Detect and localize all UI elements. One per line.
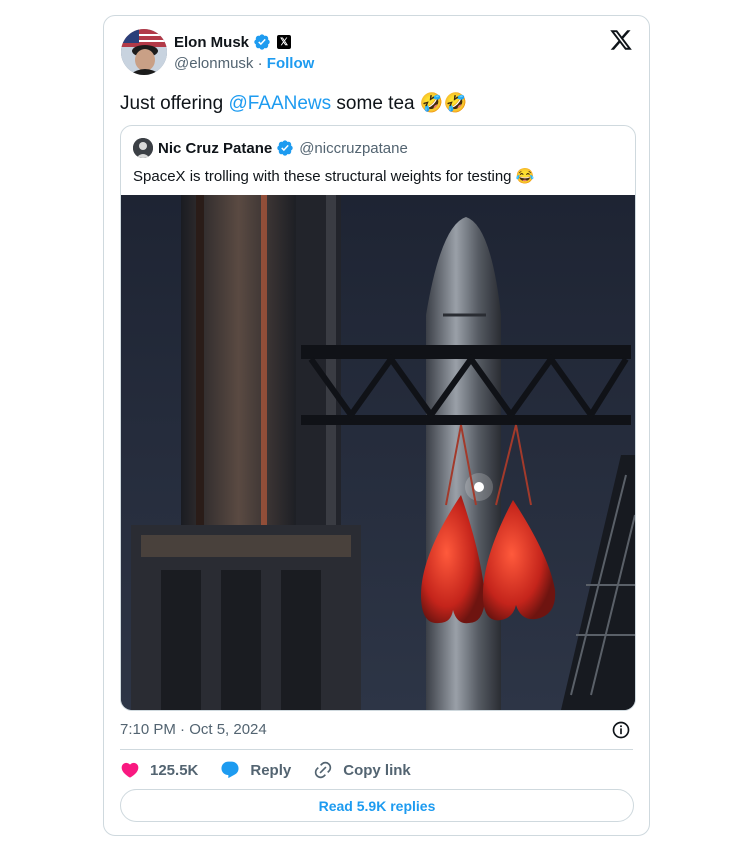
follow-button[interactable]: Follow	[267, 55, 315, 72]
tweet-timestamp[interactable]: 7:10 PM · Oct 5, 2024	[120, 721, 267, 738]
copy-link-button[interactable]: Copy link	[313, 760, 411, 780]
separator: ·	[257, 55, 263, 72]
divider	[120, 749, 633, 750]
verified-badge-icon	[254, 34, 270, 50]
reply-icon	[221, 761, 239, 779]
author-name-row: Elon Musk 𝕏	[174, 33, 292, 51]
quoted-avatar	[133, 138, 153, 158]
quoted-author-handle: @niccruzpatane	[299, 139, 408, 157]
author-avatar[interactable]	[121, 29, 167, 75]
like-button[interactable]: 125.5K	[120, 760, 198, 780]
author-name[interactable]: Elon Musk	[174, 34, 249, 51]
reply-label: Reply	[250, 761, 292, 779]
embedded-tweet-card: Elon Musk 𝕏 @elonmusk · Follow Just offe…	[103, 15, 650, 836]
quoted-text: SpaceX is trolling with these structural…	[133, 168, 535, 185]
tweet-text-end: some tea 🤣🤣	[331, 93, 468, 114]
quoted-header: Nic Cruz Patane @niccruzpatane	[133, 138, 408, 158]
info-icon[interactable]	[611, 720, 631, 740]
heart-icon	[121, 762, 139, 778]
x-badge-icon: 𝕏	[277, 35, 292, 49]
author-handle-row: @elonmusk · Follow	[174, 55, 314, 72]
copy-link-label: Copy link	[343, 761, 411, 779]
x-logo-icon[interactable]	[609, 28, 633, 52]
read-replies-button[interactable]: Read 5.9K replies	[120, 789, 634, 822]
read-replies-label: Read 5.9K replies	[318, 797, 436, 814]
quoted-author-name: Nic Cruz Patane	[158, 139, 273, 157]
author-handle[interactable]: @elonmusk	[174, 55, 253, 72]
reply-button[interactable]: Reply	[220, 760, 291, 780]
quoted-tweet[interactable]: Nic Cruz Patane @niccruzpatane SpaceX is…	[120, 125, 636, 711]
quoted-photo[interactable]	[121, 195, 635, 710]
link-icon	[315, 761, 332, 779]
tweet-actions: 125.5K Reply Copy link	[120, 759, 433, 781]
verified-badge-icon	[277, 140, 293, 156]
tweet-text: Just offering @FAANews some tea 🤣🤣	[120, 91, 467, 115]
tweet-text-start: Just offering	[120, 93, 229, 114]
like-count: 125.5K	[150, 761, 199, 779]
mention-link[interactable]: @FAANews	[228, 93, 331, 114]
